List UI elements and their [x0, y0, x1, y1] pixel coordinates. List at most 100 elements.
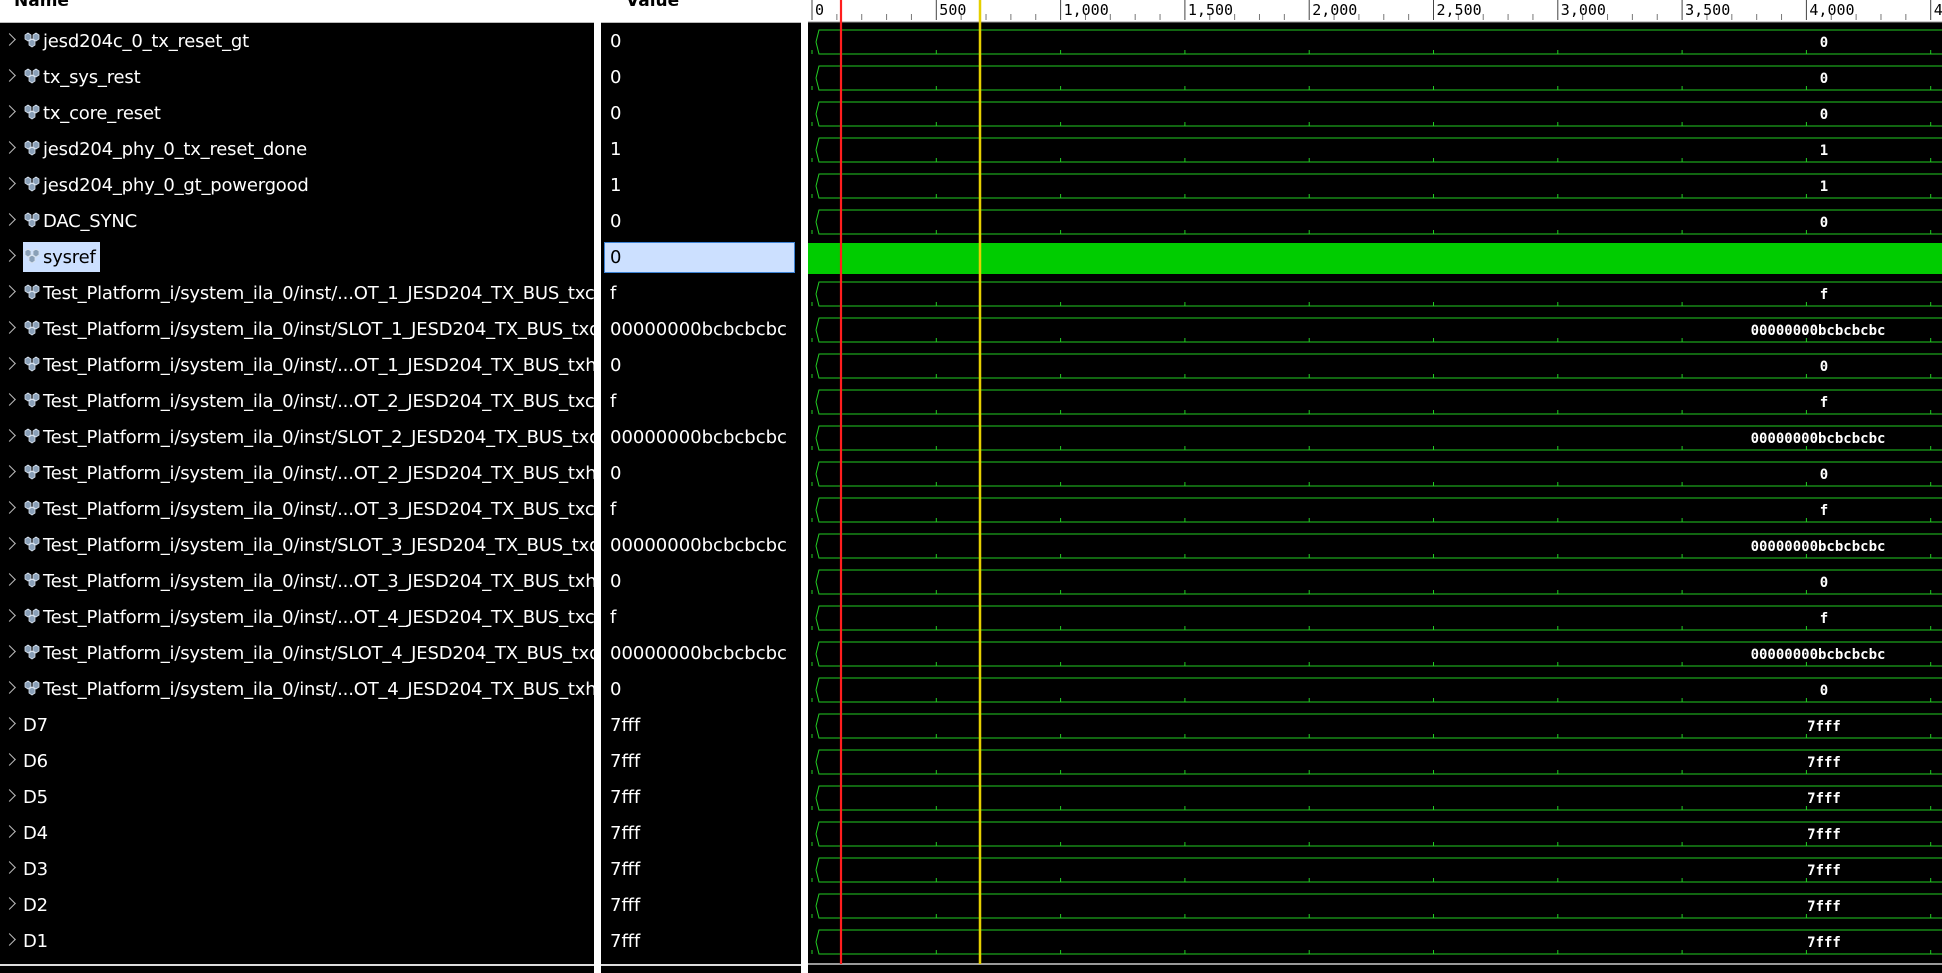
- waveform-trace[interactable]: f: [811, 281, 1942, 307]
- value-column-pane[interactable]: Value 0 0 0 1 1 0 0 f 00000000bcbcbcbc 0 f 00000000…: [601, 0, 801, 973]
- chevron-right-icon[interactable]: [3, 213, 16, 226]
- signal-row[interactable]: Test_Platform_i/system_ila_0/inst/...OT_…: [0, 672, 594, 708]
- chevron-right-icon[interactable]: [3, 789, 16, 802]
- signal-row[interactable]: Test_Platform_i/system_ila_0/inst/...OT_…: [0, 564, 594, 600]
- waveform-trace[interactable]: 00000000bcbcbcbc: [811, 533, 1942, 559]
- signal-row[interactable]: D3: [0, 852, 594, 888]
- value-row[interactable]: 0: [601, 672, 801, 708]
- waveform-trace[interactable]: 0: [811, 569, 1942, 595]
- waveform-trace[interactable]: 00000000bcbcbcbc: [811, 317, 1942, 343]
- signal-row[interactable]: Test_Platform_i/system_ila_0/inst/SLOT_2…: [0, 420, 594, 456]
- waveform-trace[interactable]: 00000000bcbcbcbc: [811, 641, 1942, 667]
- value-row[interactable]: 0: [601, 564, 801, 600]
- value-row[interactable]: 00000000bcbcbcbc: [601, 528, 801, 564]
- chevron-right-icon[interactable]: [3, 825, 16, 838]
- chevron-right-icon[interactable]: [3, 717, 16, 730]
- signal-row[interactable]: jesd204c_0_tx_reset_gt: [0, 24, 594, 60]
- chevron-right-icon[interactable]: [3, 681, 16, 694]
- waveform-trace[interactable]: 00000000bcbcbcbc: [811, 425, 1942, 451]
- time-ruler[interactable]: [808, 0, 1942, 22]
- chevron-right-icon[interactable]: [3, 645, 16, 658]
- value-row[interactable]: 0: [601, 96, 801, 132]
- chevron-right-icon[interactable]: [3, 357, 16, 370]
- value-row[interactable]: 0: [601, 204, 801, 240]
- chevron-right-icon[interactable]: [3, 33, 16, 46]
- waveform-trace[interactable]: f: [811, 497, 1942, 523]
- signal-row[interactable]: jesd204_phy_0_gt_powergood: [0, 168, 594, 204]
- chevron-right-icon[interactable]: [3, 501, 16, 514]
- value-row[interactable]: 00000000bcbcbcbc: [601, 420, 801, 456]
- chevron-right-icon[interactable]: [3, 861, 16, 874]
- value-row[interactable]: 7fff: [601, 780, 801, 816]
- signal-row[interactable]: D4: [0, 816, 594, 852]
- waveform-trace[interactable]: 0: [811, 29, 1942, 55]
- signal-row[interactable]: Test_Platform_i/system_ila_0/inst/...OT_…: [0, 276, 594, 312]
- value-row[interactable]: 7fff: [601, 888, 801, 924]
- waveform-trace[interactable]: f: [811, 389, 1942, 415]
- signal-row[interactable]: tx_core_reset: [0, 96, 594, 132]
- value-row[interactable]: 7fff: [601, 744, 801, 780]
- name-column-pane[interactable]: Name jesd204c_0_tx_reset_gt tx_sys_rest tx…: [0, 0, 594, 973]
- signal-row[interactable]: DAC_SYNC: [0, 204, 594, 240]
- value-row[interactable]: 0: [601, 60, 801, 96]
- chevron-right-icon[interactable]: [3, 285, 16, 298]
- signal-row[interactable]: D6: [0, 744, 594, 780]
- value-row[interactable]: 1: [601, 132, 801, 168]
- value-row[interactable]: 0: [601, 456, 801, 492]
- chevron-right-icon[interactable]: [3, 321, 16, 334]
- value-row[interactable]: 7fff: [601, 924, 801, 960]
- signal-row[interactable]: D1: [0, 924, 594, 960]
- chevron-right-icon[interactable]: [3, 933, 16, 946]
- value-row[interactable]: 00000000bcbcbcbc: [601, 312, 801, 348]
- name-column-header[interactable]: Name: [0, 0, 594, 23]
- value-row[interactable]: 0: [601, 240, 801, 276]
- name-value-splitter[interactable]: [594, 0, 601, 973]
- waveform-trace[interactable]: 0: [811, 65, 1942, 91]
- waveform-trace[interactable]: 7fff: [811, 749, 1942, 775]
- value-row[interactable]: f: [601, 600, 801, 636]
- value-row[interactable]: 7fff: [601, 708, 801, 744]
- value-row[interactable]: 0: [601, 348, 801, 384]
- waveform-trace[interactable]: 0: [811, 209, 1942, 235]
- value-row[interactable]: 00000000bcbcbcbc: [601, 636, 801, 672]
- value-row[interactable]: 7fff: [601, 852, 801, 888]
- waveform-trace[interactable]: [808, 243, 1942, 274]
- waveform-trace[interactable]: 1: [811, 137, 1942, 163]
- waveform-trace[interactable]: 7fff: [811, 785, 1942, 811]
- chevron-right-icon[interactable]: [3, 465, 16, 478]
- signal-row[interactable]: D7: [0, 708, 594, 744]
- waveform-pane[interactable]: 0 500 1,000 1,500 2,000 2,500 3,000 3,500 4,000 4…: [808, 0, 1942, 973]
- signal-row[interactable]: Test_Platform_i/system_ila_0/inst/...OT_…: [0, 348, 594, 384]
- signal-row[interactable]: Test_Platform_i/system_ila_0/inst/SLOT_1…: [0, 312, 594, 348]
- waveform-trace[interactable]: 7fff: [811, 713, 1942, 739]
- chevron-right-icon[interactable]: [3, 429, 16, 442]
- waveform-trace[interactable]: 7fff: [811, 821, 1942, 847]
- chevron-right-icon[interactable]: [3, 177, 16, 190]
- waveform-trace[interactable]: 7fff: [811, 857, 1942, 883]
- signal-row[interactable]: Test_Platform_i/system_ila_0/inst/...OT_…: [0, 384, 594, 420]
- value-column-header[interactable]: Value: [601, 0, 801, 23]
- chevron-right-icon[interactable]: [3, 249, 16, 262]
- value-row[interactable]: f: [601, 492, 801, 528]
- signal-row[interactable]: Test_Platform_i/system_ila_0/inst/...OT_…: [0, 492, 594, 528]
- chevron-right-icon[interactable]: [3, 141, 16, 154]
- waveform-trace[interactable]: 0: [811, 101, 1942, 127]
- signal-row[interactable]: tx_sys_rest: [0, 60, 594, 96]
- chevron-right-icon[interactable]: [3, 753, 16, 766]
- chevron-right-icon[interactable]: [3, 393, 16, 406]
- waveform-trace[interactable]: 7fff: [811, 893, 1942, 919]
- chevron-right-icon[interactable]: [3, 573, 16, 586]
- signal-row[interactable]: sysref: [0, 240, 594, 276]
- value-row[interactable]: 7fff: [601, 816, 801, 852]
- waveform-trace[interactable]: 1: [811, 173, 1942, 199]
- waveform-trace[interactable]: 7fff: [811, 929, 1942, 955]
- signal-row[interactable]: Test_Platform_i/system_ila_0/inst/...OT_…: [0, 456, 594, 492]
- chevron-right-icon[interactable]: [3, 69, 16, 82]
- waveform-trace[interactable]: 0: [811, 461, 1942, 487]
- chevron-right-icon[interactable]: [3, 609, 16, 622]
- waveform-trace[interactable]: 0: [811, 353, 1942, 379]
- chevron-right-icon[interactable]: [3, 897, 16, 910]
- signal-row[interactable]: Test_Platform_i/system_ila_0/inst/SLOT_3…: [0, 528, 594, 564]
- value-wave-splitter[interactable]: [801, 0, 808, 973]
- waveform-trace[interactable]: f: [811, 605, 1942, 631]
